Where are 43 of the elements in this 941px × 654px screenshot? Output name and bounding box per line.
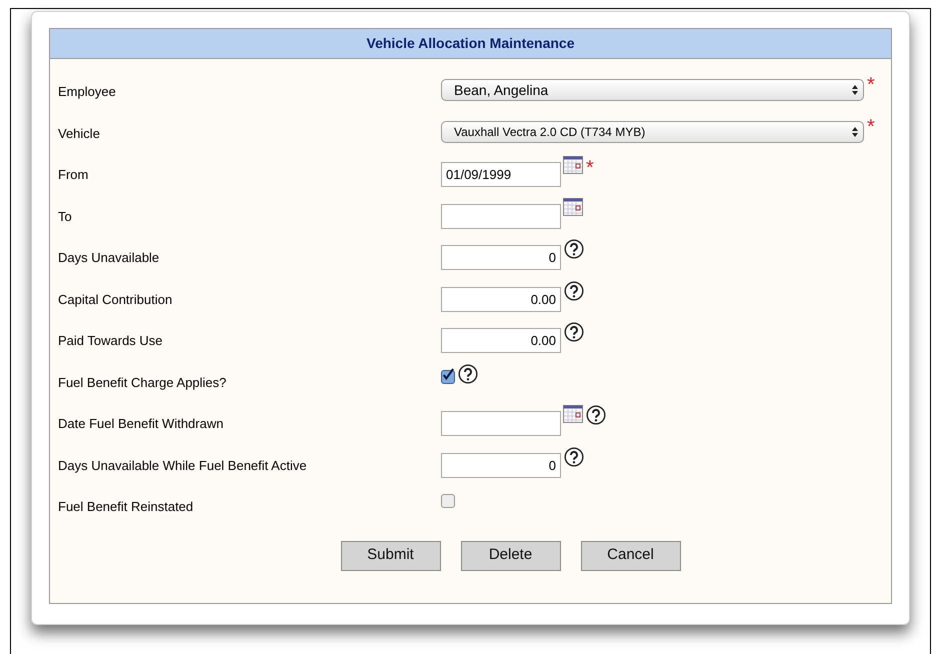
required-marker: * <box>867 75 875 95</box>
field-label: Paid Towards Use <box>58 332 164 350</box>
dropdown-value: Vauxhall Vectra 2.0 CD (T734 MYB) <box>454 124 646 140</box>
calendar-icon[interactable] <box>563 198 583 216</box>
date-field[interactable]: 01/09/1999 <box>441 162 561 187</box>
form-button[interactable]: Delete <box>460 540 560 570</box>
checkbox[interactable] <box>441 494 455 508</box>
number-field[interactable]: 0 <box>441 245 561 270</box>
field-label: Capital Contribution <box>58 290 174 309</box>
form-button[interactable]: Submit <box>340 540 440 570</box>
field-label: Vehicle <box>58 124 101 142</box>
number-field[interactable]: 0.00 <box>441 328 561 353</box>
form-button[interactable]: Cancel <box>580 540 680 570</box>
dropdown[interactable]: Vauxhall Vectra 2.0 CD (T734 MYB) <box>441 120 864 142</box>
field-label: Days Unavailable While Fuel Benefit Active <box>58 456 308 475</box>
field-label: Date Fuel Benefit Withdrawn <box>58 415 224 433</box>
help-icon[interactable] <box>458 364 478 384</box>
check-icon <box>442 368 454 382</box>
help-icon[interactable] <box>564 280 584 300</box>
field-label: Fuel Benefit Charge Applies? <box>58 374 228 392</box>
field-label: Fuel Benefit Reinstated <box>58 498 194 516</box>
date-field[interactable] <box>441 411 561 436</box>
number-field[interactable]: 0 <box>441 452 561 478</box>
field-label: From <box>58 166 90 184</box>
calendar-icon[interactable] <box>563 156 583 174</box>
date-field[interactable] <box>441 204 561 228</box>
number-field[interactable]: 0.00 <box>441 286 561 312</box>
field-label: Days Unavailable <box>58 249 160 267</box>
calendar-icon[interactable] <box>563 405 583 423</box>
help-icon[interactable] <box>564 322 584 342</box>
field-label: Employee <box>58 83 117 101</box>
dropdown-value: Bean, Angelina <box>454 80 548 100</box>
field-label: To <box>58 208 73 226</box>
required-marker: * <box>867 116 875 136</box>
updown-arrows-icon <box>851 126 859 138</box>
dropdown[interactable]: Bean, Angelina <box>441 79 864 101</box>
help-icon[interactable] <box>586 405 606 425</box>
updown-arrows-icon <box>851 84 859 96</box>
required-marker: * <box>586 158 594 178</box>
checkbox[interactable] <box>441 370 455 384</box>
form-title: Vehicle Allocation Maintenance <box>50 29 891 59</box>
help-icon[interactable] <box>564 446 584 466</box>
help-icon[interactable] <box>564 239 584 259</box>
